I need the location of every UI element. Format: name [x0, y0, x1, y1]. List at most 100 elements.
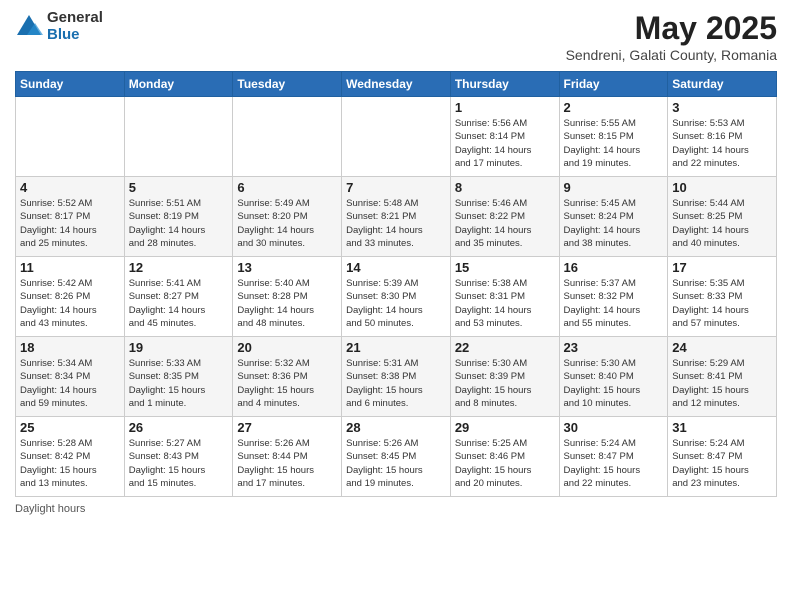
day-cell: 13 Sunrise: 5:40 AM Sunset: 8:28 PM Dayli… — [233, 257, 342, 337]
day-cell: 4 Sunrise: 5:52 AM Sunset: 8:17 PM Daylig… — [16, 177, 125, 257]
day-info: Sunrise: 5:41 AM Sunset: 8:27 PM Dayligh… — [129, 277, 229, 330]
day-info: Sunrise: 5:33 AM Sunset: 8:35 PM Dayligh… — [129, 357, 229, 410]
day-number: 3 — [672, 100, 772, 115]
day-info: Sunrise: 5:27 AM Sunset: 8:43 PM Dayligh… — [129, 437, 229, 490]
day-number: 29 — [455, 420, 555, 435]
day-number: 13 — [237, 260, 337, 275]
calendar: SundayMondayTuesdayWednesdayThursdayFrid… — [15, 71, 777, 497]
day-cell: 24Sunrise: 5:29 AM Sunset: 8:41 PM Dayli… — [668, 337, 777, 417]
day-number: 31 — [672, 420, 772, 435]
day-cell: 11 Sunrise: 5:42 AM Sunset: 8:26 PM Dayli… — [16, 257, 125, 337]
logo-general: General — [47, 10, 103, 27]
day-number: 11 — [20, 260, 120, 275]
day-info: Sunrise: 5:49 AM Sunset: 8:20 PM Dayligh… — [237, 197, 337, 250]
calendar-header: SundayMondayTuesdayWednesdayThursdayFrid… — [16, 72, 777, 97]
day-cell: 31Sunrise: 5:24 AM Sunset: 8:47 PM Dayli… — [668, 417, 777, 497]
day-info: Sunrise: 5:46 AM Sunset: 8:22 PM Dayligh… — [455, 197, 555, 250]
day-info: Sunrise: 5:30 AM Sunset: 8:39 PM Dayligh… — [455, 357, 555, 410]
day-cell — [124, 97, 233, 177]
day-number: 24 — [672, 340, 772, 355]
col-header-monday: Monday — [124, 72, 233, 97]
day-info: Sunrise: 5:32 AM Sunset: 8:36 PM Dayligh… — [237, 357, 337, 410]
day-info: Sunrise: 5:53 AM Sunset: 8:16 PM Dayligh… — [672, 117, 772, 170]
day-cell: 1Sunrise: 5:56 AM Sunset: 8:14 PM Daylig… — [450, 97, 559, 177]
day-info: Sunrise: 5:30 AM Sunset: 8:40 PM Dayligh… — [564, 357, 664, 410]
footer: Daylight hours — [15, 503, 777, 515]
day-info: Sunrise: 5:34 AM Sunset: 8:34 PM Dayligh… — [20, 357, 120, 410]
day-info: Sunrise: 5:48 AM Sunset: 8:21 PM Dayligh… — [346, 197, 446, 250]
day-number: 28 — [346, 420, 446, 435]
day-cell — [342, 97, 451, 177]
day-number: 9 — [564, 180, 664, 195]
col-header-thursday: Thursday — [450, 72, 559, 97]
day-number: 2 — [564, 100, 664, 115]
day-info: Sunrise: 5:38 AM Sunset: 8:31 PM Dayligh… — [455, 277, 555, 330]
day-number: 6 — [237, 180, 337, 195]
day-cell: 21Sunrise: 5:31 AM Sunset: 8:38 PM Dayli… — [342, 337, 451, 417]
day-cell: 6 Sunrise: 5:49 AM Sunset: 8:20 PM Daylig… — [233, 177, 342, 257]
footer-text: Daylight hours — [15, 503, 85, 515]
day-info: Sunrise: 5:28 AM Sunset: 8:42 PM Dayligh… — [20, 437, 120, 490]
day-info: Sunrise: 5:39 AM Sunset: 8:30 PM Dayligh… — [346, 277, 446, 330]
month-title: May 2025 — [566, 10, 777, 47]
day-number: 16 — [564, 260, 664, 275]
day-number: 8 — [455, 180, 555, 195]
day-number: 22 — [455, 340, 555, 355]
day-info: Sunrise: 5:24 AM Sunset: 8:47 PM Dayligh… — [564, 437, 664, 490]
day-info: Sunrise: 5:42 AM Sunset: 8:26 PM Dayligh… — [20, 277, 120, 330]
day-info: Sunrise: 5:51 AM Sunset: 8:19 PM Dayligh… — [129, 197, 229, 250]
calendar-body: 1Sunrise: 5:56 AM Sunset: 8:14 PM Daylig… — [16, 97, 777, 497]
day-cell: 20 Sunrise: 5:32 AM Sunset: 8:36 PM Dayli… — [233, 337, 342, 417]
week-row-2: 4 Sunrise: 5:52 AM Sunset: 8:17 PM Daylig… — [16, 177, 777, 257]
day-cell — [16, 97, 125, 177]
day-number: 10 — [672, 180, 772, 195]
col-header-tuesday: Tuesday — [233, 72, 342, 97]
day-info: Sunrise: 5:55 AM Sunset: 8:15 PM Dayligh… — [564, 117, 664, 170]
day-number: 5 — [129, 180, 229, 195]
day-cell — [233, 97, 342, 177]
day-number: 25 — [20, 420, 120, 435]
day-cell: 14 Sunrise: 5:39 AM Sunset: 8:30 PM Dayli… — [342, 257, 451, 337]
day-cell: 29Sunrise: 5:25 AM Sunset: 8:46 PM Dayli… — [450, 417, 559, 497]
logo-text: General Blue — [47, 10, 103, 43]
day-cell: 3 Sunrise: 5:53 AM Sunset: 8:16 PM Daylig… — [668, 97, 777, 177]
day-cell: 19Sunrise: 5:33 AM Sunset: 8:35 PM Dayli… — [124, 337, 233, 417]
day-info: Sunrise: 5:44 AM Sunset: 8:25 PM Dayligh… — [672, 197, 772, 250]
col-header-wednesday: Wednesday — [342, 72, 451, 97]
header: General Blue May 2025 Sendreni, Galati C… — [15, 10, 777, 63]
day-number: 4 — [20, 180, 120, 195]
day-info: Sunrise: 5:45 AM Sunset: 8:24 PM Dayligh… — [564, 197, 664, 250]
day-cell: 8 Sunrise: 5:46 AM Sunset: 8:22 PM Daylig… — [450, 177, 559, 257]
day-info: Sunrise: 5:52 AM Sunset: 8:17 PM Dayligh… — [20, 197, 120, 250]
day-number: 30 — [564, 420, 664, 435]
day-cell: 17 Sunrise: 5:35 AM Sunset: 8:33 PM Dayli… — [668, 257, 777, 337]
day-info: Sunrise: 5:26 AM Sunset: 8:44 PM Dayligh… — [237, 437, 337, 490]
day-number: 20 — [237, 340, 337, 355]
day-cell: 16Sunrise: 5:37 AM Sunset: 8:32 PM Dayli… — [559, 257, 668, 337]
day-number: 7 — [346, 180, 446, 195]
col-header-friday: Friday — [559, 72, 668, 97]
subtitle: Sendreni, Galati County, Romania — [566, 47, 777, 63]
day-info: Sunrise: 5:35 AM Sunset: 8:33 PM Dayligh… — [672, 277, 772, 330]
day-cell: 7 Sunrise: 5:48 AM Sunset: 8:21 PM Daylig… — [342, 177, 451, 257]
week-row-5: 25 Sunrise: 5:28 AM Sunset: 8:42 PM Dayli… — [16, 417, 777, 497]
day-info: Sunrise: 5:26 AM Sunset: 8:45 PM Dayligh… — [346, 437, 446, 490]
header-row: SundayMondayTuesdayWednesdayThursdayFrid… — [16, 72, 777, 97]
day-number: 27 — [237, 420, 337, 435]
day-cell: 27 Sunrise: 5:26 AM Sunset: 8:44 PM Dayli… — [233, 417, 342, 497]
day-cell: 5 Sunrise: 5:51 AM Sunset: 8:19 PM Daylig… — [124, 177, 233, 257]
day-cell: 26 Sunrise: 5:27 AM Sunset: 8:43 PM Dayli… — [124, 417, 233, 497]
day-cell: 18 Sunrise: 5:34 AM Sunset: 8:34 PM Dayli… — [16, 337, 125, 417]
day-cell: 15Sunrise: 5:38 AM Sunset: 8:31 PM Dayli… — [450, 257, 559, 337]
day-cell: 12Sunrise: 5:41 AM Sunset: 8:27 PM Dayli… — [124, 257, 233, 337]
day-number: 26 — [129, 420, 229, 435]
col-header-saturday: Saturday — [668, 72, 777, 97]
day-info: Sunrise: 5:40 AM Sunset: 8:28 PM Dayligh… — [237, 277, 337, 330]
day-number: 14 — [346, 260, 446, 275]
day-number: 18 — [20, 340, 120, 355]
logo: General Blue — [15, 10, 103, 43]
day-number: 1 — [455, 100, 555, 115]
day-cell: 22 Sunrise: 5:30 AM Sunset: 8:39 PM Dayli… — [450, 337, 559, 417]
day-number: 17 — [672, 260, 772, 275]
day-cell: 28 Sunrise: 5:26 AM Sunset: 8:45 PM Dayli… — [342, 417, 451, 497]
